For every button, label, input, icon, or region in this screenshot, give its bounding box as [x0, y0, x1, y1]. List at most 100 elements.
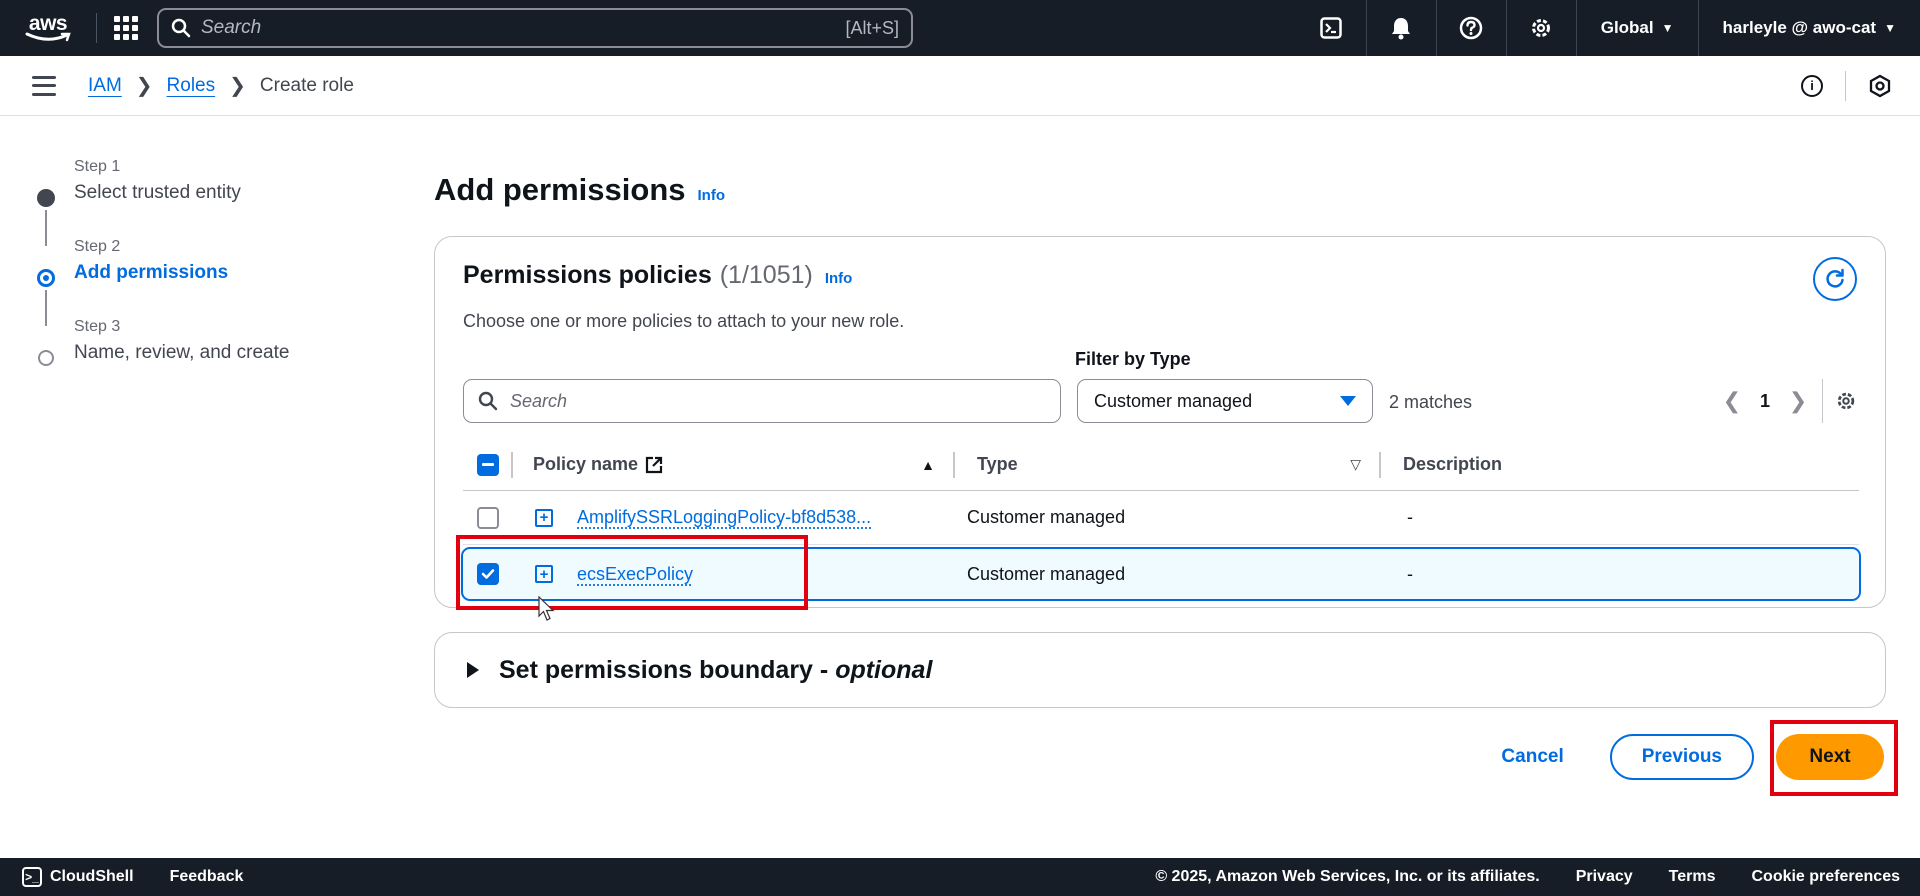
- step-label: Name, review, and create: [74, 342, 290, 363]
- breadcrumb-roles[interactable]: Roles: [167, 75, 216, 97]
- aws-logo[interactable]: aws: [14, 0, 82, 56]
- account-menu[interactable]: harleyle @ awo-cat ▼: [1699, 0, 1920, 56]
- hexagon-settings-icon[interactable]: [1868, 74, 1892, 98]
- step-2: Step 2 Add permissions: [30, 238, 330, 326]
- page-number[interactable]: 1: [1750, 391, 1780, 412]
- policy-search-input[interactable]: [510, 390, 1046, 412]
- page-title: Add permissions: [434, 172, 686, 207]
- search-icon: [478, 391, 498, 411]
- sort-ascending-icon[interactable]: ▲: [921, 457, 935, 473]
- policy-name-cell: AmplifySSRLoggingPolicy-bf8d538...: [563, 507, 955, 528]
- policy-link[interactable]: ecsExecPolicy: [577, 564, 693, 584]
- refresh-button[interactable]: [1813, 257, 1857, 301]
- column-label: Policy name: [533, 454, 639, 474]
- refresh-icon: [1826, 268, 1844, 288]
- help-button[interactable]: [1437, 0, 1507, 56]
- cancel-button[interactable]: Cancel: [1477, 746, 1587, 768]
- select-all-checkbox[interactable]: [477, 453, 499, 476]
- nav-divider: [96, 13, 97, 43]
- gear-icon: [1532, 19, 1551, 37]
- global-search[interactable]: [Alt+S]: [157, 8, 913, 48]
- boundary-title: Set permissions boundary - optional: [499, 656, 932, 685]
- breadcrumb-iam[interactable]: IAM: [88, 75, 122, 97]
- boundary-optional: optional: [835, 655, 933, 684]
- match-count: 2 matches: [1389, 392, 1473, 412]
- row-select-cell: [463, 506, 511, 529]
- panel-title: Permissions policies: [463, 261, 712, 289]
- type-filter-select[interactable]: Customer managed: [1077, 379, 1373, 423]
- step-pending-icon: [38, 350, 54, 366]
- global-search-input[interactable]: [201, 17, 846, 39]
- filter-label: Filter by Type: [1075, 349, 1191, 369]
- page-info-link[interactable]: Info: [698, 187, 726, 204]
- cookie-preferences-link[interactable]: Cookie preferences: [1751, 868, 1900, 886]
- panel-description: Choose one or more policies to attach to…: [463, 311, 905, 331]
- services-grid-icon[interactable]: [111, 13, 141, 43]
- chevron-left-icon[interactable]: ❮: [1714, 388, 1750, 414]
- cloudshell-icon: [1320, 17, 1342, 39]
- bell-icon: [1392, 18, 1411, 40]
- step-label[interactable]: Select trusted entity: [74, 182, 330, 204]
- caret-down-icon: ▼: [1661, 21, 1674, 35]
- column-label: Description: [1403, 454, 1503, 474]
- top-navigation: aws [Alt+S]: [0, 0, 1920, 56]
- next-button[interactable]: Next: [1776, 734, 1884, 780]
- policy-count: (1/1051): [719, 261, 813, 289]
- select-all-cell: [463, 453, 511, 476]
- settings-button[interactable]: [1507, 0, 1577, 56]
- cloudshell-footer-button[interactable]: >_ CloudShell: [22, 867, 134, 887]
- table-row-selected[interactable]: + ecsExecPolicy Customer managed -: [461, 547, 1861, 601]
- policies-info-link[interactable]: Info: [825, 270, 853, 287]
- feedback-link[interactable]: Feedback: [170, 868, 244, 886]
- step-label: Add permissions: [74, 262, 229, 283]
- caret-down-icon: [1340, 396, 1356, 406]
- table-row[interactable]: + AmplifySSRLoggingPolicy-bf8d538... Cus…: [463, 491, 1859, 545]
- type-filter-value: Customer managed: [1094, 390, 1253, 411]
- search-icon: [171, 18, 191, 38]
- cloudshell-icon: >_: [22, 867, 42, 887]
- permissions-boundary-section[interactable]: Set permissions boundary - optional: [434, 632, 1886, 708]
- cursor-icon: [538, 596, 555, 621]
- sort-icon[interactable]: ▽: [1350, 456, 1361, 473]
- policy-search[interactable]: [463, 379, 1061, 423]
- breadcrumb-tools: i: [1801, 70, 1892, 101]
- step-done-icon: [37, 189, 55, 207]
- gear-icon[interactable]: [1835, 390, 1857, 412]
- step-active-icon: [37, 269, 55, 287]
- expand-icon[interactable]: +: [535, 565, 553, 583]
- pagination: ❮ 1 ❯: [1714, 379, 1857, 423]
- cloudshell-button[interactable]: [1297, 0, 1367, 56]
- aws-logo-text: aws: [28, 12, 68, 35]
- region-selector[interactable]: Global ▼: [1577, 0, 1699, 56]
- step-1: Step 1 Select trusted entity: [30, 158, 330, 246]
- policy-name-cell: ecsExecPolicy: [563, 564, 955, 585]
- chevron-right-icon: ❯: [229, 75, 246, 97]
- policy-link[interactable]: AmplifySSRLoggingPolicy-bf8d538...: [577, 507, 871, 527]
- account-label: harleyle @ awo-cat: [1722, 18, 1877, 37]
- step-number: Step 1: [74, 158, 121, 175]
- permissions-policies-panel: Permissions policies (1/1051) Info Choos…: [434, 236, 1886, 608]
- notifications-button[interactable]: [1367, 0, 1437, 56]
- column-type[interactable]: Type ▽: [955, 454, 1379, 475]
- column-description: Description: [1381, 454, 1502, 475]
- nav-right: Global ▼ harleyle @ awo-cat ▼: [1297, 0, 1920, 56]
- external-link-icon: [645, 456, 663, 473]
- terms-link[interactable]: Terms: [1669, 868, 1716, 886]
- menu-icon[interactable]: [32, 75, 56, 96]
- divider: [1845, 70, 1846, 101]
- previous-button[interactable]: Previous: [1609, 734, 1754, 780]
- divider: [1822, 379, 1823, 423]
- privacy-link[interactable]: Privacy: [1576, 868, 1633, 886]
- row-checkbox[interactable]: [477, 506, 499, 529]
- info-panel-icon[interactable]: i: [1801, 74, 1823, 97]
- table-header: Policy name ▲ Type ▽ Description: [463, 439, 1859, 491]
- breadcrumb-bar: IAM ❯ Roles ❯ Create role i: [0, 56, 1920, 116]
- step-number: Step 2: [74, 238, 121, 255]
- policy-type-cell: Customer managed: [967, 563, 1126, 584]
- row-checkbox-checked[interactable]: [477, 563, 499, 585]
- expand-icon[interactable]: +: [535, 508, 553, 527]
- caret-right-icon: [467, 662, 479, 678]
- column-policy-name[interactable]: Policy name ▲: [513, 454, 953, 475]
- chevron-right-icon[interactable]: ❯: [1780, 388, 1816, 414]
- chevron-right-icon: ❯: [135, 75, 153, 97]
